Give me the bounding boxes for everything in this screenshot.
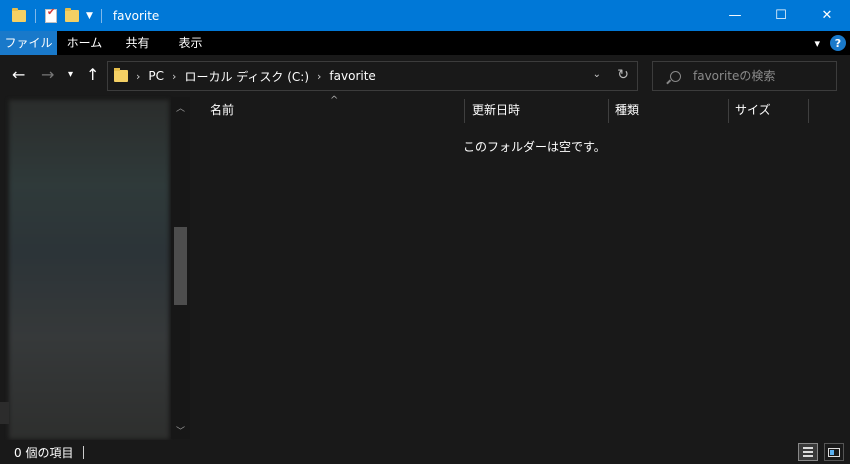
- sort-ascending-icon: ^: [330, 95, 339, 106]
- column-divider[interactable]: [608, 99, 609, 123]
- back-arrow-icon[interactable]: ←: [12, 65, 25, 84]
- item-count: 0 個の項目: [14, 445, 74, 460]
- scroll-up-chevron-icon[interactable]: ︿: [171, 101, 190, 114]
- up-arrow-icon[interactable]: ↑: [86, 65, 99, 84]
- new-folder-icon[interactable]: [65, 7, 79, 22]
- selection-indicator: [0, 402, 9, 424]
- column-header-name[interactable]: 名前: [210, 97, 234, 124]
- window-title: favorite: [112, 8, 160, 23]
- file-list-view[interactable]: ^ 名前 更新日時 種類 サイズ このフォルダーは空です。: [192, 95, 850, 439]
- expand-ribbon-chevron-icon[interactable]: ▾: [814, 37, 820, 50]
- column-divider[interactable]: [728, 99, 729, 123]
- toolbar-separator: [35, 8, 36, 23]
- navigation-tree-blurred: [9, 100, 169, 439]
- navigation-bar: ← → ▾ ↑ › PC › ローカル ディスク (C:) › favorite…: [0, 55, 850, 97]
- close-button[interactable]: ✕: [804, 0, 850, 31]
- address-bar[interactable]: › PC › ローカル ディスク (C:) › favorite ⌄ ↻: [107, 61, 638, 91]
- properties-icon[interactable]: [45, 7, 57, 23]
- maximize-button[interactable]: ☐: [758, 0, 804, 31]
- navigation-pane-scrollbar[interactable]: ︿ ﹀: [171, 97, 190, 439]
- breadcrumb-local-disk[interactable]: ローカル ディスク (C:): [184, 68, 309, 85]
- title-bar: ▼ favorite — ☐ ✕: [0, 0, 850, 31]
- large-icons-view-button[interactable]: [824, 443, 844, 461]
- column-divider[interactable]: [808, 99, 809, 123]
- breadcrumb-separator-icon[interactable]: ›: [317, 70, 321, 83]
- scrollbar-thumb[interactable]: [174, 227, 187, 305]
- large-icons-view-icon: [828, 447, 840, 457]
- breadcrumb-favorite[interactable]: favorite: [329, 69, 375, 83]
- details-view-icon: [803, 447, 813, 457]
- help-icon[interactable]: ?: [830, 35, 846, 51]
- search-box[interactable]: [652, 61, 837, 91]
- column-divider[interactable]: [464, 99, 465, 123]
- recent-locations-chevron-icon[interactable]: ▾: [68, 69, 73, 80]
- breadcrumb-separator-icon[interactable]: ›: [136, 70, 140, 83]
- folder-icon: [114, 68, 128, 82]
- toolbar-separator: [100, 8, 102, 23]
- details-view-button[interactable]: [798, 443, 818, 461]
- quick-access-toolbar: ▼: [0, 0, 107, 31]
- tab-share[interactable]: 共有: [112, 31, 163, 55]
- refresh-icon[interactable]: ↻: [617, 67, 629, 83]
- view-switcher: [792, 443, 844, 461]
- address-history-chevron-icon[interactable]: ⌄: [593, 69, 601, 80]
- ribbon-tabs: ファイル ホーム 共有 表示 ▾ ?: [0, 31, 850, 55]
- column-header-type[interactable]: 種類: [615, 97, 639, 124]
- minimize-button[interactable]: —: [712, 0, 758, 31]
- status-bar: 0 個の項目: [0, 440, 850, 464]
- column-header-modified[interactable]: 更新日時: [472, 97, 520, 124]
- ribbon-right: ▾ ?: [814, 35, 850, 51]
- empty-folder-message: このフォルダーは空です。: [463, 140, 606, 154]
- scroll-down-chevron-icon[interactable]: ﹀: [171, 424, 190, 437]
- window-controls: — ☐ ✕: [712, 0, 850, 31]
- column-header-size[interactable]: サイズ: [735, 97, 771, 124]
- column-header-row: ^ 名前 更新日時 種類 サイズ: [192, 95, 850, 124]
- navigation-pane[interactable]: ︿ ﹀: [0, 97, 190, 439]
- tab-home[interactable]: ホーム: [57, 31, 112, 55]
- search-input[interactable]: [693, 69, 823, 83]
- folder-icon: [12, 7, 26, 22]
- breadcrumb-separator-icon[interactable]: ›: [172, 70, 176, 83]
- customize-toolbar-chevron-icon[interactable]: ▼: [86, 11, 93, 21]
- forward-arrow-icon[interactable]: →: [41, 65, 54, 84]
- search-icon: [670, 70, 681, 82]
- tab-file[interactable]: ファイル: [0, 31, 57, 55]
- tab-view[interactable]: 表示: [163, 31, 218, 55]
- breadcrumb-pc[interactable]: PC: [148, 69, 164, 83]
- status-separator: [83, 445, 85, 459]
